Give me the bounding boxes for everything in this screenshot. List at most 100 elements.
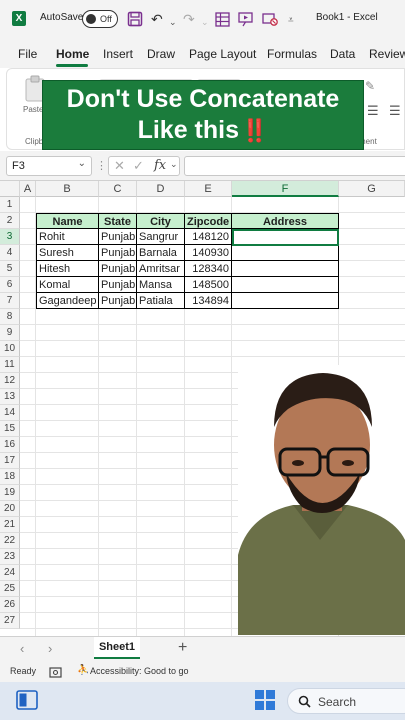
row-header[interactable]: 10 bbox=[0, 341, 20, 357]
row-header[interactable]: 23 bbox=[0, 549, 20, 565]
tab-file[interactable]: File bbox=[18, 47, 37, 61]
row-header[interactable]: 3 bbox=[0, 229, 20, 245]
accessibility-icon[interactable]: ⛹ bbox=[77, 665, 89, 676]
tab-draw[interactable]: Draw bbox=[147, 47, 175, 61]
customize-dropdown-icon[interactable]: ⩡ bbox=[288, 12, 294, 30]
table-cell[interactable]: Komal bbox=[36, 277, 99, 293]
table-cell[interactable]: Rohit bbox=[36, 229, 99, 245]
next-sheet-icon[interactable]: › bbox=[48, 641, 52, 656]
column-header-g[interactable]: G bbox=[339, 181, 405, 197]
email-icon[interactable] bbox=[262, 11, 278, 27]
undo-icon[interactable]: ↶ bbox=[151, 10, 163, 28]
save-icon[interactable] bbox=[127, 11, 143, 27]
cancel-icon[interactable]: ✕ bbox=[114, 158, 125, 174]
table-header-cell[interactable]: City bbox=[137, 213, 185, 229]
table-cell[interactable]: Suresh bbox=[36, 245, 99, 261]
table-cell[interactable]: Hitesh bbox=[36, 261, 99, 277]
widgets-icon[interactable] bbox=[16, 690, 38, 710]
align-right-icon[interactable]: ☰ bbox=[389, 103, 401, 119]
row-header[interactable]: 9 bbox=[0, 325, 20, 341]
row-header[interactable]: 11 bbox=[0, 357, 20, 373]
row-header[interactable]: 5 bbox=[0, 261, 20, 277]
row-header[interactable]: 16 bbox=[0, 437, 20, 453]
formula-input[interactable] bbox=[184, 156, 405, 176]
row-header[interactable]: 17 bbox=[0, 453, 20, 469]
wrap-text-icon[interactable]: ✎ bbox=[365, 79, 375, 93]
table-cell[interactable] bbox=[232, 261, 339, 277]
row-header[interactable]: 18 bbox=[0, 469, 20, 485]
windows-start-icon[interactable] bbox=[255, 690, 275, 710]
table-header-cell[interactable]: Name bbox=[36, 213, 99, 229]
select-all-corner[interactable] bbox=[0, 181, 20, 197]
row-header[interactable]: 27 bbox=[0, 613, 20, 629]
column-header-d[interactable]: D bbox=[137, 181, 185, 197]
row-header[interactable]: 15 bbox=[0, 421, 20, 437]
table-header-cell[interactable]: State bbox=[99, 213, 137, 229]
tab-page-layout[interactable]: Page Layout bbox=[189, 47, 256, 61]
table-cell[interactable]: Punjab bbox=[99, 293, 137, 309]
redo-dropdown-icon[interactable]: ⌄ bbox=[201, 13, 209, 31]
form-icon[interactable] bbox=[215, 12, 230, 27]
name-box[interactable]: F3 ⌄ bbox=[6, 156, 92, 176]
tab-home[interactable]: Home bbox=[56, 47, 89, 61]
table-cell[interactable]: Punjab bbox=[99, 229, 137, 245]
table-cell[interactable]: Amritsar bbox=[137, 261, 185, 277]
table-cell[interactable]: 148500 bbox=[185, 277, 232, 293]
column-header-e[interactable]: E bbox=[185, 181, 232, 197]
row-header[interactable]: 8 bbox=[0, 309, 20, 325]
sheet-tab-sheet1[interactable]: Sheet1 bbox=[94, 637, 140, 659]
column-header-b[interactable]: B bbox=[36, 181, 99, 197]
row-header[interactable]: 13 bbox=[0, 389, 20, 405]
table-cell[interactable]: Gagandeep bbox=[36, 293, 99, 309]
tab-formulas[interactable]: Formulas bbox=[267, 47, 317, 61]
confirm-icon[interactable]: ✓ bbox=[133, 158, 144, 174]
column-header-c[interactable]: C bbox=[99, 181, 137, 197]
accessibility-status[interactable]: Accessibility: Good to go bbox=[90, 666, 189, 676]
column-header-f[interactable]: F bbox=[232, 181, 339, 197]
autosave-toggle[interactable]: Off bbox=[82, 10, 118, 28]
tab-data[interactable]: Data bbox=[330, 47, 355, 61]
prev-sheet-icon[interactable]: ‹ bbox=[20, 641, 24, 656]
add-sheet-icon[interactable]: + bbox=[178, 639, 187, 657]
slideshow-icon[interactable] bbox=[238, 12, 254, 27]
undo-dropdown-icon[interactable]: ⌄ bbox=[169, 13, 177, 31]
row-header[interactable]: 4 bbox=[0, 245, 20, 261]
table-cell[interactable]: Punjab bbox=[99, 261, 137, 277]
table-cell[interactable] bbox=[232, 293, 339, 309]
row-header[interactable]: 12 bbox=[0, 373, 20, 389]
active-cell-f3[interactable] bbox=[232, 229, 339, 246]
align-left-icon[interactable]: ☰ bbox=[367, 103, 379, 119]
table-cell[interactable]: Punjab bbox=[99, 277, 137, 293]
tab-review[interactable]: Review bbox=[369, 47, 405, 61]
redo-icon[interactable]: ↷ bbox=[183, 10, 195, 28]
table-cell[interactable]: 140930 bbox=[185, 245, 232, 261]
table-cell[interactable] bbox=[232, 277, 339, 293]
row-header[interactable]: 21 bbox=[0, 517, 20, 533]
row-header[interactable]: 25 bbox=[0, 581, 20, 597]
table-cell[interactable]: Patiala bbox=[137, 293, 185, 309]
row-header[interactable]: 2 bbox=[0, 213, 20, 229]
row-header[interactable]: 26 bbox=[0, 597, 20, 613]
insert-function-button[interactable]: fx bbox=[154, 158, 166, 173]
row-header[interactable]: 22 bbox=[0, 533, 20, 549]
table-cell[interactable]: Barnala bbox=[137, 245, 185, 261]
row-header[interactable]: 20 bbox=[0, 501, 20, 517]
table-cell[interactable]: 134894 bbox=[185, 293, 232, 309]
cell-mode-icon[interactable] bbox=[49, 666, 62, 678]
table-cell[interactable]: Mansa bbox=[137, 277, 185, 293]
column-header-a[interactable]: A bbox=[20, 181, 36, 197]
row-header[interactable]: 14 bbox=[0, 405, 20, 421]
table-cell[interactable]: 128340 bbox=[185, 261, 232, 277]
table-header-cell[interactable]: Zipcode bbox=[185, 213, 232, 229]
row-header[interactable]: 1 bbox=[0, 197, 20, 213]
table-cell[interactable]: 148120 bbox=[185, 229, 232, 245]
table-cell[interactable]: Punjab bbox=[99, 245, 137, 261]
table-cell[interactable]: Sangrur bbox=[137, 229, 185, 245]
row-header[interactable]: 7 bbox=[0, 293, 20, 309]
taskbar-search[interactable]: Search bbox=[287, 688, 405, 714]
row-header[interactable]: 6 bbox=[0, 277, 20, 293]
table-cell[interactable] bbox=[232, 245, 339, 261]
tab-insert[interactable]: Insert bbox=[103, 47, 133, 61]
table-header-cell[interactable]: Address bbox=[232, 213, 339, 229]
row-header[interactable]: 24 bbox=[0, 565, 20, 581]
